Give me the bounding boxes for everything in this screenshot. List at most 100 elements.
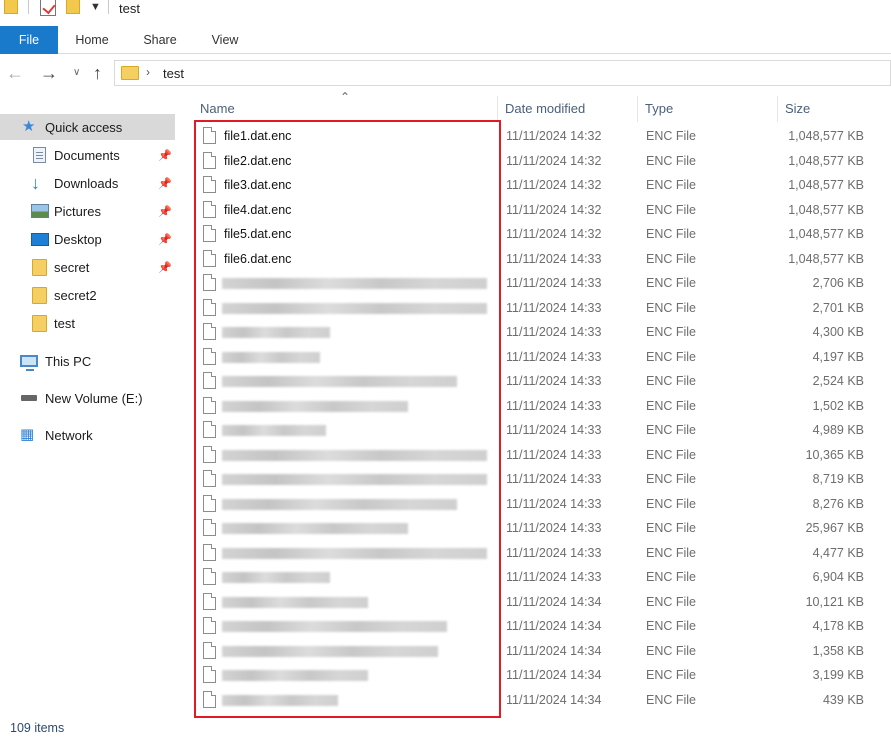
column-divider[interactable]	[497, 96, 498, 122]
breadcrumb-segment[interactable]: test	[163, 66, 184, 81]
file-icon	[203, 445, 216, 463]
file-row[interactable]: 11/11/2024 14:33 ENC File 4,477 KB	[190, 541, 891, 566]
file-type: ENC File	[646, 570, 697, 584]
folder-icon[interactable]	[4, 0, 18, 14]
sidebar-item-quick-access[interactable]: ★ Quick access	[0, 114, 175, 140]
sidebar-item-this-pc[interactable]: This PC	[0, 348, 175, 374]
chevron-right-icon[interactable]: ›	[146, 65, 150, 79]
sidebar-item-test[interactable]: test	[0, 310, 175, 336]
file-icon	[203, 347, 216, 365]
pin-icon[interactable]: 📌	[158, 205, 172, 218]
file-icon	[203, 641, 216, 659]
file-icon	[203, 323, 216, 340]
sidebar-item-documents[interactable]: Documents 📌	[0, 142, 175, 168]
file-icon	[203, 151, 216, 169]
sidebar-item-label: Quick access	[45, 119, 123, 135]
file-icon	[203, 127, 216, 144]
file-type: ENC File	[646, 276, 697, 290]
file-name: file3.dat.enc	[224, 178, 292, 192]
redacted-file-name	[222, 327, 330, 338]
redacted-file-name	[222, 498, 457, 510]
file-row[interactable]: 11/11/2024 14:33 ENC File 4,300 KB	[190, 320, 891, 345]
documents-icon	[33, 147, 46, 163]
redacted-file-name	[222, 621, 447, 632]
file-row[interactable]: 11/11/2024 14:34 ENC File 4,178 KB	[190, 614, 891, 639]
sidebar-item-secret2[interactable]: secret2	[0, 282, 175, 308]
tab-view[interactable]: View	[200, 26, 250, 54]
address-bar[interactable]: › test	[114, 60, 891, 86]
file-row[interactable]: 11/11/2024 14:34 ENC File 1,358 KB	[190, 639, 891, 664]
file-row[interactable]: file2.dat.enc 11/11/2024 14:32 ENC File 1,0…	[190, 149, 891, 174]
tab-file[interactable]: File	[0, 26, 58, 54]
tab-share[interactable]: Share	[134, 26, 186, 54]
file-row[interactable]: 11/11/2024 14:33 ENC File 4,197 KB	[190, 345, 891, 370]
file-row[interactable]: 11/11/2024 14:33 ENC File 2,524 KB	[190, 369, 891, 394]
file-row[interactable]: 11/11/2024 14:33 ENC File 2,706 KB	[190, 271, 891, 296]
properties-icon[interactable]	[40, 0, 56, 16]
file-row[interactable]: file1.dat.enc 11/11/2024 14:32 ENC File 1,0…	[190, 124, 891, 149]
file-type: ENC File	[646, 349, 697, 364]
column-divider[interactable]	[777, 96, 778, 122]
sidebar-item-label: Network	[45, 427, 93, 443]
file-type: ENC File	[646, 545, 697, 560]
file-type: ENC File	[646, 594, 697, 609]
customize-toolbar-icon[interactable]: ▼	[90, 2, 101, 13]
file-type: ENC File	[646, 619, 697, 633]
sidebar-item-new-volume[interactable]: New Volume (E:)	[0, 385, 175, 411]
redacted-file-name	[222, 670, 368, 681]
file-row[interactable]: 11/11/2024 14:33 ENC File 8,719 KB	[190, 467, 891, 492]
file-row[interactable]: 11/11/2024 14:33 ENC File 1,502 KB	[190, 394, 891, 419]
file-row[interactable]: 11/11/2024 14:33 ENC File 10,365 KB	[190, 443, 891, 468]
file-row[interactable]: file3.dat.enc 11/11/2024 14:32 ENC File 1,0…	[190, 173, 891, 198]
pin-icon[interactable]: 📌	[158, 233, 172, 246]
file-row[interactable]: 11/11/2024 14:33 ENC File 8,276 KB	[190, 492, 891, 517]
file-date-modified: 11/11/2024 14:34	[506, 619, 602, 633]
up-arrow-icon[interactable]: ↑	[93, 62, 102, 84]
sidebar-item-pictures[interactable]: Pictures 📌	[0, 198, 175, 224]
new-folder-icon[interactable]	[66, 0, 80, 14]
file-size: 1,048,577 KB	[788, 251, 864, 266]
file-row[interactable]: 11/11/2024 14:34 ENC File 10,121 KB	[190, 590, 891, 615]
column-header-date-modified[interactable]: Date modified	[505, 96, 635, 122]
recent-locations-chevron-icon[interactable]: ∨	[73, 67, 80, 78]
folder-icon	[32, 314, 47, 332]
file-icon	[203, 690, 216, 708]
column-header-size[interactable]: Size	[785, 96, 875, 122]
file-date-modified: 11/11/2024 14:32	[506, 178, 602, 192]
sidebar-item-network[interactable]: ▦ Network	[0, 422, 175, 448]
pin-icon[interactable]: 📌	[158, 149, 172, 162]
file-row[interactable]: 11/11/2024 14:33 ENC File 4,989 KB	[190, 418, 891, 443]
pin-icon[interactable]: 📌	[158, 261, 172, 274]
forward-arrow-icon[interactable]: →	[40, 62, 58, 84]
file-row[interactable]: file6.dat.enc 11/11/2024 14:33 ENC File 1,0…	[190, 247, 891, 272]
file-row[interactable]: file4.dat.enc 11/11/2024 14:32 ENC File 1,0…	[190, 198, 891, 223]
file-row[interactable]: 11/11/2024 14:33 ENC File 25,967 KB	[190, 516, 891, 541]
file-row[interactable]: 11/11/2024 14:33 ENC File 6,904 KB	[190, 565, 891, 590]
file-type: ENC File	[646, 521, 697, 535]
file-date-modified: 11/11/2024 14:33	[506, 349, 602, 364]
back-arrow-icon[interactable]: ←	[6, 62, 24, 84]
status-item-count: 109 items	[10, 721, 65, 735]
file-row[interactable]: 11/11/2024 14:34 ENC File 3,199 KB	[190, 663, 891, 688]
column-header-name[interactable]: Name	[200, 96, 496, 122]
file-date-modified: 11/11/2024 14:34	[506, 668, 602, 682]
desktop-icon	[31, 232, 49, 246]
file-row[interactable]: 11/11/2024 14:34 ENC File 439 KB	[190, 688, 891, 713]
tab-home[interactable]: Home	[66, 26, 118, 54]
redacted-file-name	[222, 572, 330, 583]
file-size: 25,967 KB	[805, 521, 864, 535]
pin-icon[interactable]: 📌	[158, 177, 172, 190]
file-date-modified: 11/11/2024 14:33	[506, 374, 602, 388]
file-row[interactable]: file5.dat.enc 11/11/2024 14:32 ENC File 1,0…	[190, 222, 891, 247]
sidebar-item-downloads[interactable]: ↓ Downloads 📌	[0, 170, 175, 196]
file-row[interactable]: 11/11/2024 14:33 ENC File 2,701 KB	[190, 296, 891, 321]
file-type: ENC File	[646, 325, 697, 339]
sidebar-item-desktop[interactable]: Desktop 📌	[0, 226, 175, 252]
column-header-type[interactable]: Type	[645, 96, 775, 122]
redacted-file-name	[222, 449, 487, 461]
file-type: ENC File	[646, 447, 697, 462]
sidebar-item-secret[interactable]: secret 📌	[0, 254, 175, 280]
column-divider[interactable]	[637, 96, 638, 122]
sidebar-item-label: Desktop	[54, 231, 102, 247]
file-icon	[203, 176, 216, 193]
